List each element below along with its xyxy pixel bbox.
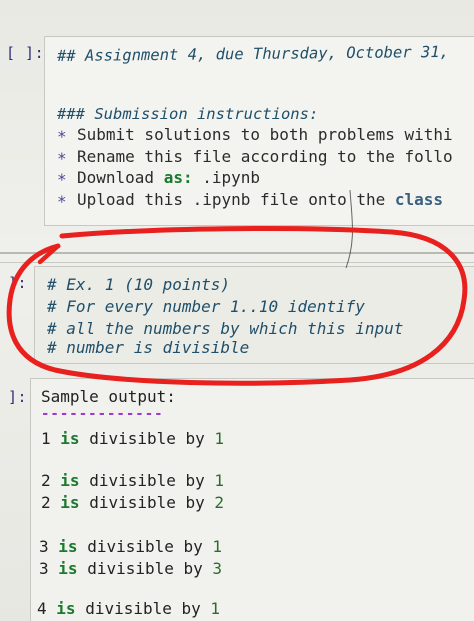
divisible-by: divisible by [87, 537, 203, 556]
is-keyword: is [60, 471, 80, 490]
bullet-text-pre: Download [77, 168, 164, 187]
bullet-marker: * [57, 192, 67, 211]
cell-prompt: ]: [8, 274, 28, 292]
is-keyword: is [60, 493, 80, 512]
bullet-text: Download as: .ipynb [77, 168, 260, 187]
divisor: 1 [212, 537, 223, 556]
divisor: 3 [212, 559, 223, 578]
divisible-by: divisible by [87, 559, 203, 578]
cell-input-area[interactable]: Sample output: ------------- 1 is divisi… [30, 378, 474, 621]
output-row-text: 3 is divisible by 1 [39, 537, 222, 556]
output-row-text: 1 is divisible by 1 [41, 429, 224, 448]
divisor: 1 [210, 599, 221, 618]
code-cell-exercise-1[interactable]: ]: # Ex. 1 (10 points) # For every numbe… [0, 266, 474, 366]
bullet-text-pre: Upload this .ipynb file onto the [77, 190, 395, 209]
divisible-by: divisible by [89, 471, 205, 490]
divisor: 1 [214, 429, 225, 448]
bullet-marker: * [57, 170, 67, 189]
bullet-text-bold: class [394, 190, 444, 209]
markdown-cell-sample-output[interactable]: ]: Sample output: ------------- 1 is div… [0, 378, 474, 621]
output-row-text: 3 is divisible by 3 [39, 559, 222, 578]
is-keyword: is [60, 429, 80, 448]
assignment-title: ## Assignment 4, due Thursday, October 3… [56, 42, 450, 66]
dash-underline: ------------- [41, 406, 164, 422]
is-keyword: is [56, 599, 76, 618]
dividend: 3 [39, 537, 49, 556]
bullet-text: Upload this .ipynb file onto the class [77, 190, 443, 209]
code-comment-line: # For every number 1..10 identify [47, 297, 365, 316]
bullet-text-bold: as: [163, 168, 193, 187]
output-row-text: 2 is divisible by 2 [41, 493, 224, 512]
cell-input-area[interactable]: # Ex. 1 (10 points) # For every number 1… [34, 266, 474, 364]
bullet-marker: * [57, 127, 67, 146]
code-comment-line: # all the numbers by which this input [47, 319, 404, 338]
submission-heading: ### Submission instructions: [57, 105, 319, 123]
is-keyword: is [58, 537, 78, 556]
dividend: 3 [39, 559, 49, 578]
output-row-text: 2 is divisible by 1 [41, 471, 224, 490]
cell-divider [0, 262, 474, 263]
bullet-marker: * [57, 149, 67, 168]
notebook-page: [ ]: ## Assignment 4, due Thursday, Octo… [0, 0, 474, 621]
bullet-text: Submit solutions to both problems withi [77, 125, 453, 144]
divisible-by: divisible by [89, 429, 205, 448]
divisor: 1 [214, 471, 225, 490]
bullet-text: Rename this file according to the follo [77, 147, 453, 166]
divisible-by: divisible by [85, 599, 201, 618]
code-comment-line: # Ex. 1 (10 points) [47, 275, 231, 294]
dividend: 4 [37, 599, 47, 618]
divisible-by: divisible by [89, 493, 205, 512]
bullet-text-post: .ipynb [192, 168, 261, 187]
dividend: 2 [41, 493, 51, 512]
output-row-text: 4 is divisible by 1 [37, 599, 220, 618]
cell-prompt: [ ]: [6, 44, 45, 62]
cell-divider [0, 252, 474, 254]
is-keyword: is [58, 559, 78, 578]
sample-output-header: Sample output: [41, 387, 176, 406]
dividend: 2 [41, 471, 51, 490]
markdown-cell-assignment[interactable]: [ ]: ## Assignment 4, due Thursday, Octo… [0, 34, 474, 234]
divisor: 2 [214, 493, 225, 512]
code-comment-line: # number is divisible [47, 338, 250, 357]
dividend: 1 [41, 429, 51, 448]
cell-prompt: ]: [8, 388, 28, 406]
cell-input-area[interactable]: ## Assignment 4, due Thursday, October 3… [44, 36, 474, 226]
